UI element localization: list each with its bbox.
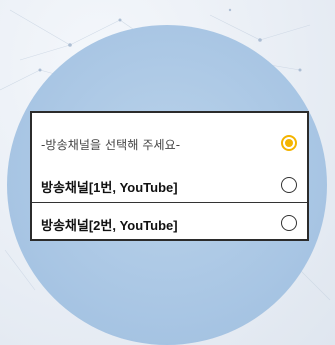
radio-dot xyxy=(285,139,293,147)
option-placeholder[interactable]: -방송채널을 선택해 주세요- xyxy=(32,113,307,169)
channel-picker-dialog: -방송채널을 선택해 주세요- 방송채널[1번, YouTube] 방송채널[2… xyxy=(30,111,309,241)
option-channel-1[interactable]: 방송채널[1번, YouTube] xyxy=(32,169,307,202)
radio-unselected-icon[interactable] xyxy=(281,177,297,193)
option-channel-2[interactable]: 방송채널[2번, YouTube] xyxy=(32,203,307,239)
option-channel-1-label: 방송채널[1번, YouTube] xyxy=(41,180,178,195)
option-channel-2-label: 방송채널[2번, YouTube] xyxy=(41,218,178,233)
radio-unselected-icon[interactable] xyxy=(281,215,297,231)
radio-selected-icon[interactable] xyxy=(281,135,297,151)
option-placeholder-label: -방송채널을 선택해 주세요- xyxy=(41,138,181,152)
